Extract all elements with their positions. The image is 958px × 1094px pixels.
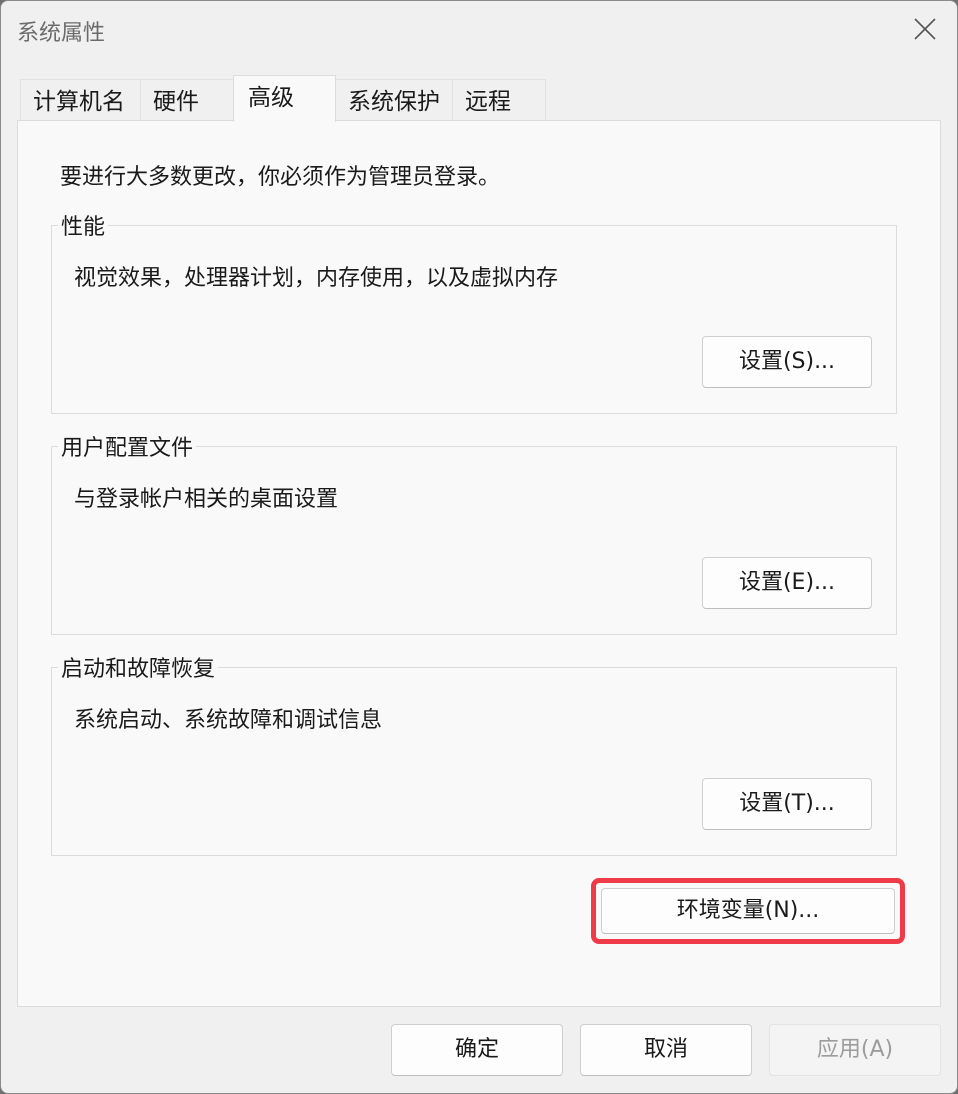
- advanced-tab-panel: 要进行大多数更改，你必须作为管理员登录。 性能 视觉效果，处理器计划，内存使用，…: [17, 120, 941, 1007]
- performance-group-title: 性能: [58, 209, 109, 241]
- title-bar: 系统属性: [1, 1, 957, 61]
- tab-advanced[interactable]: 高级: [233, 75, 336, 122]
- tab-remote[interactable]: 远程: [452, 79, 546, 121]
- startup-recovery-settings-button[interactable]: 设置(T)...: [702, 778, 872, 830]
- admin-note: 要进行大多数更改，你必须作为管理员登录。: [60, 165, 501, 190]
- user-profiles-description: 与登录帐户相关的桌面设置: [74, 487, 339, 512]
- tab-system-protection[interactable]: 系统保护: [335, 79, 453, 121]
- window-title: 系统属性: [17, 21, 106, 46]
- apply-button[interactable]: 应用(A): [769, 1024, 941, 1076]
- performance-description: 视觉效果，处理器计划，内存使用，以及虚拟内存: [74, 266, 559, 291]
- performance-group: 性能 视觉效果，处理器计划，内存使用，以及虚拟内存 设置(S)...: [51, 209, 897, 414]
- close-icon: [914, 18, 936, 40]
- ok-button[interactable]: 确定: [391, 1024, 563, 1076]
- system-properties-window: 系统属性 计算机名 硬件 高级 系统保护 远程 要进行大多数更改，你必须作为管理…: [0, 0, 958, 1094]
- performance-settings-button[interactable]: 设置(S)...: [702, 336, 872, 388]
- startup-recovery-group: 启动和故障恢复 系统启动、系统故障和调试信息 设置(T)...: [51, 651, 897, 856]
- close-button[interactable]: [903, 9, 947, 49]
- environment-variables-button[interactable]: 环境变量(N)...: [601, 888, 895, 934]
- tab-hardware[interactable]: 硬件: [140, 79, 234, 121]
- startup-recovery-description: 系统启动、系统故障和调试信息: [74, 708, 383, 733]
- tab-computer-name[interactable]: 计算机名: [20, 79, 141, 121]
- user-profiles-group: 用户配置文件 与登录帐户相关的桌面设置 设置(E)...: [51, 430, 897, 635]
- user-profiles-settings-button[interactable]: 设置(E)...: [702, 557, 872, 609]
- user-profiles-group-title: 用户配置文件: [58, 430, 197, 462]
- cancel-button[interactable]: 取消: [580, 1024, 752, 1076]
- startup-recovery-group-title: 启动和故障恢复: [58, 651, 219, 683]
